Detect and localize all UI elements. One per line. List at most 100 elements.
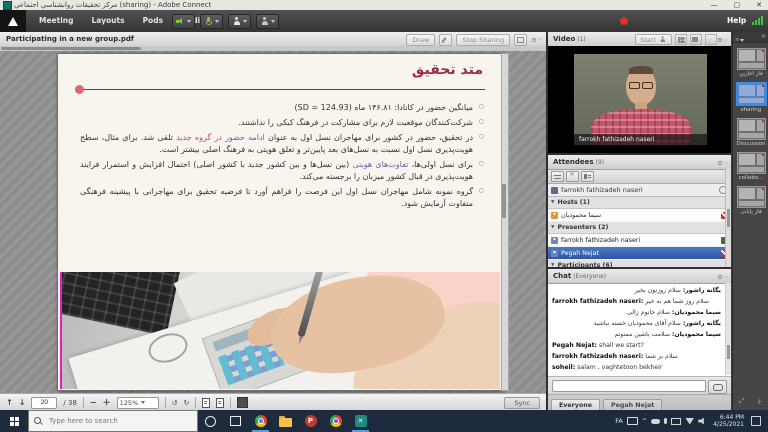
draw-button[interactable]: Draw bbox=[406, 34, 435, 46]
chevron-down-icon[interactable] bbox=[243, 20, 247, 23]
page-number-input[interactable] bbox=[31, 397, 57, 409]
search-input[interactable] bbox=[47, 416, 171, 426]
onedrive-icon[interactable] bbox=[651, 419, 660, 424]
battery-icon[interactable] bbox=[671, 418, 681, 425]
chevron-down-icon[interactable] bbox=[215, 20, 219, 23]
layouts-menu-icon[interactable]: ≡ bbox=[735, 35, 744, 45]
video-content: farrokh fathizadeh naseri bbox=[548, 46, 731, 153]
speaker-toggle-button[interactable] bbox=[172, 14, 195, 29]
pod-fullscreen-icon[interactable] bbox=[705, 34, 717, 45]
attendees-pod-menu-icon[interactable]: ≡ bbox=[717, 158, 728, 168]
scrollbar-thumb[interactable] bbox=[727, 345, 730, 359]
microphone-toggle-button[interactable] bbox=[200, 14, 223, 29]
attendee-row[interactable]: سیما محمودیان bbox=[548, 209, 731, 222]
close-button[interactable]: ✕ bbox=[756, 0, 762, 10]
layout-item[interactable]: collabo... bbox=[735, 152, 767, 181]
scrollbar-thumb[interactable] bbox=[1, 47, 141, 50]
chat-input[interactable] bbox=[552, 380, 706, 392]
next-page-button[interactable]: ↓ bbox=[19, 398, 26, 407]
status-button[interactable] bbox=[256, 14, 279, 29]
add-layout-icon[interactable]: ＋ bbox=[756, 397, 763, 407]
attendee-row[interactable]: Pegah Nejat bbox=[548, 247, 731, 260]
grid-view-icon[interactable] bbox=[675, 34, 687, 45]
thumbnail-panel-icon[interactable] bbox=[237, 397, 248, 408]
slide-vertical-scrollbar[interactable] bbox=[501, 53, 509, 391]
share-pod-menu-icon[interactable]: ≡ bbox=[531, 35, 542, 45]
chevron-down-icon[interactable] bbox=[271, 20, 275, 23]
chat-tab-everyone[interactable]: Everyone bbox=[551, 399, 600, 410]
presentation-slide: متد تحقیق ○میانگین حضور در کانادا: ۱۴۶.۸… bbox=[57, 53, 502, 391]
cortana-button[interactable] bbox=[198, 410, 223, 432]
maximize-button[interactable]: ▢ bbox=[734, 0, 741, 10]
fullscreen-icon[interactable] bbox=[514, 34, 527, 46]
keyboard-icon[interactable] bbox=[627, 417, 638, 425]
taskbar-clock[interactable]: 6:44 PM 4/25/2021 bbox=[713, 414, 744, 428]
hidden-icons-chevron[interactable]: ^ bbox=[642, 417, 647, 425]
attendee-list: ▼Hosts (1)سیما محمودیان▼Presenters (2)fa… bbox=[548, 197, 731, 269]
send-message-icon[interactable] bbox=[708, 380, 727, 394]
minimize-button[interactable]: — bbox=[711, 0, 718, 10]
start-button[interactable] bbox=[0, 410, 28, 432]
layout-label: فاز پایانی bbox=[735, 209, 767, 215]
share-tab-title[interactable]: Participating in a new group.pdf bbox=[6, 32, 134, 46]
stop-sharing-button[interactable]: Stop Sharing bbox=[456, 34, 510, 46]
layout-item[interactable]: فاز پایانی bbox=[735, 186, 767, 215]
zoom-in-button[interactable]: ＋ bbox=[103, 397, 111, 408]
wifi-icon[interactable] bbox=[685, 418, 694, 425]
photoshop-taskbar-button[interactable]: P bbox=[298, 410, 323, 432]
attendee-section-header[interactable]: ▼Hosts (1) bbox=[548, 197, 731, 209]
adobe-connect-icon: ✕ bbox=[355, 415, 367, 427]
file-explorer-button[interactable] bbox=[273, 410, 298, 432]
pointer-tool-icon[interactable] bbox=[439, 34, 452, 46]
zoom-out-button[interactable]: − bbox=[90, 398, 97, 407]
layout-item[interactable]: sharing bbox=[735, 82, 767, 113]
attendees-scrollbar[interactable] bbox=[725, 169, 731, 267]
chat-pod-menu-icon[interactable]: ≡ bbox=[717, 272, 728, 282]
adobe-connect-taskbar-button[interactable]: ✕ bbox=[348, 410, 373, 432]
language-indicator[interactable]: FA bbox=[615, 417, 623, 425]
rotate-left-icon[interactable]: ↺ bbox=[172, 399, 178, 407]
zoom-select[interactable]: 125% bbox=[117, 397, 159, 409]
menu-layouts[interactable]: Layouts bbox=[83, 10, 134, 32]
scrollbar-thumb[interactable] bbox=[502, 184, 506, 218]
layouts-close-icon[interactable]: ✕ bbox=[761, 33, 766, 40]
layout-item[interactable]: Discussion bbox=[735, 118, 767, 147]
video-pod-menu-icon[interactable]: ≡ bbox=[717, 35, 728, 45]
notification-center-icon[interactable] bbox=[751, 416, 761, 426]
webcam-icon bbox=[232, 17, 241, 26]
breakout-view-icon[interactable] bbox=[566, 171, 579, 182]
fit-page-icon[interactable] bbox=[202, 398, 210, 408]
chrome-taskbar-button[interactable] bbox=[248, 410, 273, 432]
sort-attendees-icon[interactable] bbox=[581, 171, 594, 182]
help-menu[interactable]: Help bbox=[727, 10, 746, 32]
chat-tab-private[interactable]: Pegah Nejat bbox=[603, 399, 662, 410]
menu-meeting[interactable]: Meeting bbox=[30, 10, 83, 32]
sync-button[interactable]: Sync bbox=[504, 397, 540, 409]
filmstrip-view-icon[interactable] bbox=[690, 34, 702, 45]
attendee-section-header[interactable]: ▼Presenters (2) bbox=[548, 222, 731, 234]
webcam-toggle-button[interactable] bbox=[228, 14, 251, 29]
task-view-button[interactable] bbox=[223, 410, 248, 432]
taskbar-search[interactable] bbox=[28, 410, 198, 432]
microphone-tray-icon[interactable] bbox=[664, 418, 667, 424]
rotate-right-icon[interactable]: ↻ bbox=[183, 399, 189, 407]
attendee-row[interactable]: farrokh fathizadeh naseri bbox=[548, 234, 731, 247]
attendee-section-header[interactable]: ▼Participants (6) bbox=[548, 260, 731, 269]
layout-thumbnail-icon bbox=[737, 118, 766, 140]
p-app-icon: P bbox=[305, 415, 317, 427]
prev-page-button[interactable]: ↑ bbox=[6, 398, 13, 407]
list-view-icon[interactable] bbox=[551, 171, 564, 182]
layout-item[interactable]: فاز آغازین bbox=[735, 48, 767, 77]
chevron-down-icon[interactable] bbox=[187, 20, 191, 23]
active-speaker-row[interactable]: farrokh fathizadeh naseri bbox=[548, 184, 731, 197]
menu-pods[interactable]: Pods bbox=[134, 10, 172, 32]
layouts-resize-icon[interactable]: ⤢ bbox=[739, 397, 745, 407]
presenter-icon bbox=[551, 237, 558, 244]
fit-width-icon[interactable] bbox=[216, 398, 224, 408]
start-webcam-button[interactable]: Start bbox=[635, 34, 672, 45]
chat-scrollbar[interactable] bbox=[725, 283, 731, 375]
connection-signal-icon[interactable] bbox=[752, 16, 763, 25]
chrome-profile-taskbar-button[interactable] bbox=[323, 410, 348, 432]
scrollbar-thumb[interactable] bbox=[727, 209, 730, 227]
volume-icon[interactable] bbox=[698, 418, 706, 425]
